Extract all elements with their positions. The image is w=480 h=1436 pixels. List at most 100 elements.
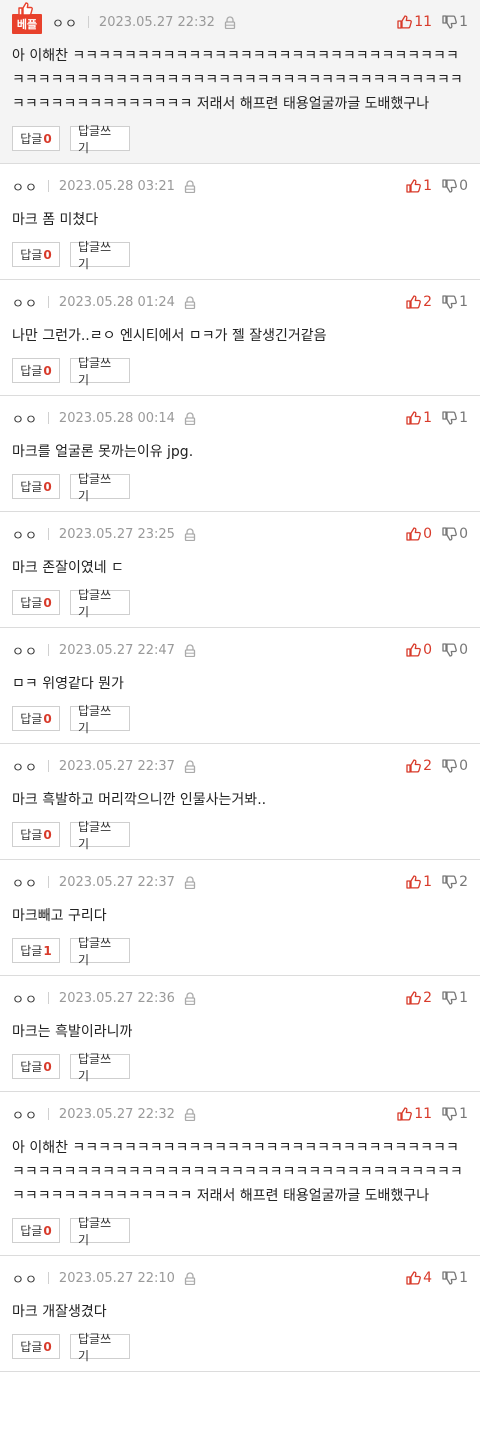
thumbs-up-icon [406,295,422,309]
write-reply-button[interactable]: 답글쓰기 [70,1216,130,1247]
upvote-button[interactable]: 1 [406,410,432,426]
write-reply-label: 답글쓰기 [78,1331,112,1363]
write-reply-button[interactable]: 답글쓰기 [70,936,130,967]
upvote-button[interactable]: 1 [406,178,432,194]
comment-nickname[interactable]: ㅇㅇ [12,1269,38,1288]
comment-nickname[interactable]: ㅇㅇ [12,1105,38,1124]
lock-icon [184,527,196,541]
downvote-button[interactable]: 0 [442,526,468,542]
divider [47,1108,49,1120]
lock-icon [184,411,196,425]
upvote-button[interactable]: 11 [397,14,432,30]
upvote-button[interactable]: 2 [406,294,432,310]
upvote-button[interactable]: 2 [406,758,432,774]
downvote-count: 1 [459,1106,468,1122]
comment-item: ㅇㅇ 2023.05.28 00:14 1 1 마크를 얼굴론 못까는이유 jp… [0,396,480,512]
reply-count: 0 [43,711,52,726]
upvote-button[interactable]: 2 [406,990,432,1006]
divider [47,992,49,1004]
comment-date: 2023.05.27 23:25 [58,526,175,542]
comment-nickname[interactable]: ㅇㅇ [12,757,38,776]
reply-count-button[interactable]: 답글 0 [12,358,60,383]
write-reply-button[interactable]: 답글쓰기 [70,240,130,271]
downvote-button[interactable]: 2 [442,874,468,890]
write-reply-button[interactable]: 답글쓰기 [70,124,130,155]
downvote-count: 1 [459,294,468,310]
reply-count-button[interactable]: 답글 0 [12,474,60,499]
comment-nickname[interactable]: ㅇㅇ [12,409,38,428]
upvote-count: 11 [414,14,433,30]
reply-count-button[interactable]: 답글 0 [12,1218,60,1243]
comment-date: 2023.05.28 01:24 [58,294,175,310]
thumbs-down-icon [442,643,457,657]
downvote-button[interactable]: 1 [442,1106,468,1122]
downvote-button[interactable]: 1 [442,14,468,30]
downvote-button[interactable]: 0 [442,642,468,658]
downvote-count: 1 [459,14,468,30]
upvote-count: 2 [423,758,433,774]
comment-nickname[interactable]: ㅇㅇ [52,13,78,32]
comment-nickname[interactable]: ㅇㅇ [12,293,38,312]
thumbs-down-icon [442,1271,457,1285]
comment-nickname[interactable]: ㅇㅇ [12,525,38,544]
write-reply-button[interactable]: 답글쓰기 [70,356,130,387]
thumbs-up-icon [406,527,422,541]
vote-area: 2 0 [406,744,468,788]
comment-actions: 답글 0 답글쓰기 [12,124,468,163]
downvote-button[interactable]: 1 [442,294,468,310]
reply-count-button[interactable]: 답글 0 [12,706,60,731]
reply-count-button[interactable]: 답글 0 [12,126,60,151]
comment-date: 2023.05.27 22:32 [98,14,215,30]
reply-count-button[interactable]: 답글 0 [12,1334,60,1359]
downvote-button[interactable]: 1 [442,1270,468,1286]
reply-count-button[interactable]: 답글 1 [12,938,60,963]
lock-icon [224,15,236,29]
reply-count-button[interactable]: 답글 0 [12,590,60,615]
comment-date: 2023.05.27 22:37 [58,874,175,890]
upvote-button[interactable]: 4 [406,1270,432,1286]
write-reply-button[interactable]: 답글쓰기 [70,1332,130,1363]
upvote-button[interactable]: 1 [406,874,432,890]
comment-nickname[interactable]: ㅇㅇ [12,641,38,660]
downvote-button[interactable]: 0 [442,178,468,194]
comment-meta: ㅇㅇ 2023.05.28 00:14 1 1 [12,396,468,440]
upvote-count: 11 [414,1106,433,1122]
write-reply-button[interactable]: 답글쓰기 [70,1052,130,1083]
write-reply-button[interactable]: 답글쓰기 [70,704,130,735]
write-reply-button[interactable]: 답글쓰기 [70,588,130,619]
downvote-button[interactable]: 1 [442,990,468,1006]
lock-icon [184,643,196,657]
comment-item: ㅇㅇ 2023.05.27 22:10 4 1 마크 개잘생겼다 답글 0 답글쓰… [0,1256,480,1372]
reply-count-button[interactable]: 답글 0 [12,242,60,267]
comment-nickname[interactable]: ㅇㅇ [12,177,38,196]
reply-count-button[interactable]: 답글 0 [12,1054,60,1079]
write-reply-label: 답글쓰기 [78,703,112,735]
upvote-button[interactable]: 0 [406,642,432,658]
comment-meta: ㅇㅇ 2023.05.27 22:36 2 1 [12,976,468,1020]
comment-item: ㅇㅇ 2023.05.28 01:24 2 1 나만 그런가..ㄹㅇ 엔시티에서… [0,280,480,396]
vote-area: 1 0 [406,164,468,208]
lock-icon [184,759,196,773]
upvote-button[interactable]: 11 [397,1106,432,1122]
downvote-count: 1 [459,990,468,1006]
comment-item: ㅇㅇ 2023.05.27 22:47 0 0 ㅁㅋ 위영같다 뭔가 답글 0 답… [0,628,480,744]
reply-count-button[interactable]: 답글 0 [12,822,60,847]
comment-item: ㅇㅇ 2023.05.27 22:32 11 1 아 이해찬 ㅋㅋㅋㅋㅋㅋㅋㅋㅋ… [0,1092,480,1256]
reply-count: 0 [43,595,52,610]
reply-count: 0 [43,1059,52,1074]
downvote-button[interactable]: 1 [442,410,468,426]
upvote-button[interactable]: 0 [406,526,432,542]
thumbs-down-icon [442,991,457,1005]
thumbs-down-icon [442,179,457,193]
comment-nickname[interactable]: ㅇㅇ [12,989,38,1008]
write-reply-button[interactable]: 답글쓰기 [70,472,130,503]
comment-actions: 답글 0 답글쓰기 [12,820,468,859]
vote-area: 1 1 [406,396,468,440]
downvote-button[interactable]: 0 [442,758,468,774]
write-reply-button[interactable]: 답글쓰기 [70,820,130,851]
comment-date: 2023.05.27 22:10 [58,1270,175,1286]
divider [47,412,49,424]
lock-icon [184,875,196,889]
comment-nickname[interactable]: ㅇㅇ [12,873,38,892]
reply-count: 0 [43,479,52,494]
